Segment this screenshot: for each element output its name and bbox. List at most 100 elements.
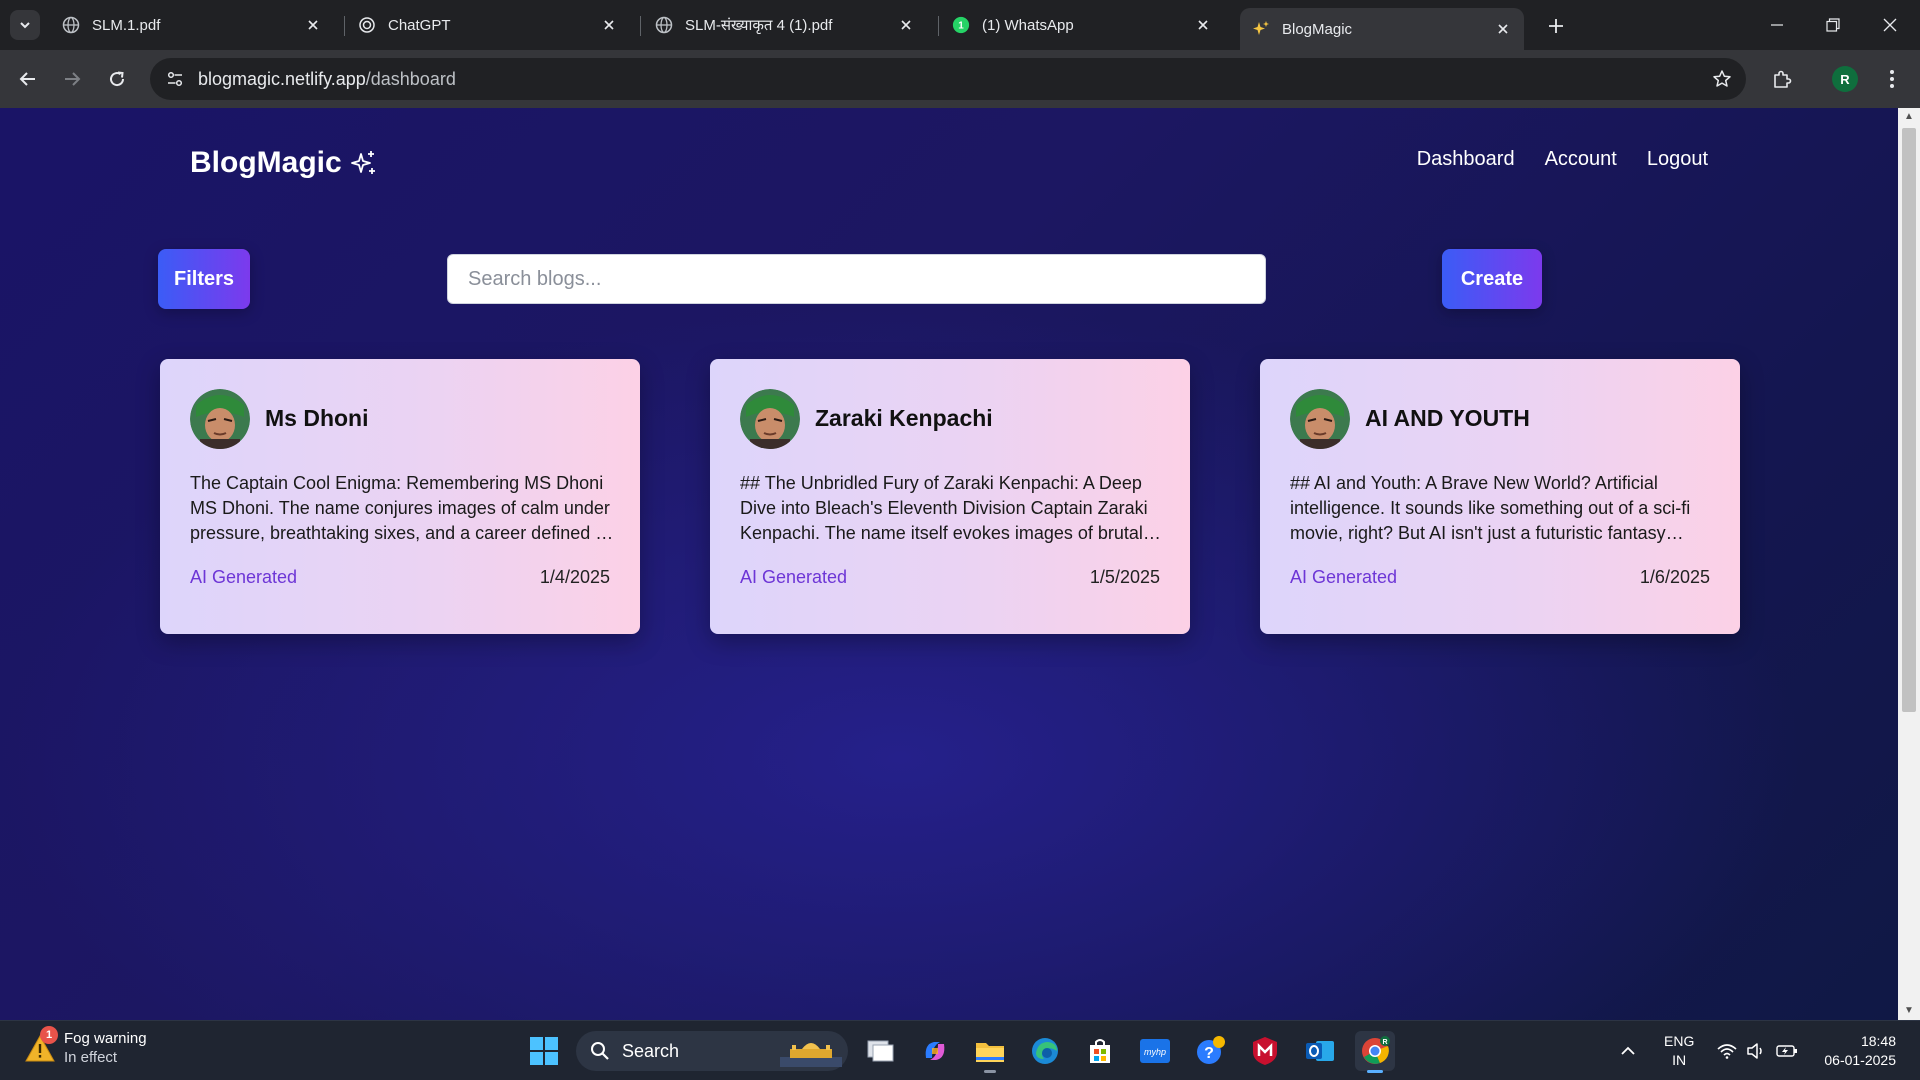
browser-menu-button[interactable]: [1878, 63, 1906, 95]
blog-card[interactable]: Zaraki Kenpachi ## The Unbridled Fury of…: [710, 359, 1190, 634]
myhp-icon: myhp: [1140, 1039, 1170, 1063]
region-code: IN: [1672, 1052, 1687, 1068]
blog-card[interactable]: AI AND YOUTH ## AI and Youth: A Brave Ne…: [1260, 359, 1740, 634]
task-view-button[interactable]: [860, 1031, 900, 1071]
copilot-icon: [925, 1042, 945, 1060]
close-icon[interactable]: [1494, 20, 1512, 38]
store-icon: [1090, 1039, 1110, 1063]
tab-title: BlogMagic: [1282, 20, 1353, 38]
chrome-button[interactable]: R: [1355, 1031, 1395, 1073]
create-button[interactable]: Create: [1442, 249, 1542, 309]
close-icon[interactable]: [600, 16, 618, 34]
extensions-button[interactable]: [1766, 63, 1798, 95]
card-tag: AI Generated: [1290, 567, 1398, 587]
myhp-button[interactable]: myhp: [1135, 1031, 1175, 1071]
blog-card[interactable]: Ms Dhoni The Captain Cool Enigma: Rememb…: [160, 359, 640, 634]
outlook-button[interactable]: [1300, 1031, 1340, 1071]
help-icon: ?: [1197, 1036, 1225, 1064]
tab-title: ChatGPT: [388, 16, 451, 34]
browser-toolbar: blogmagic.netlify.app/dashboard R: [0, 50, 1920, 108]
filters-button[interactable]: Filters: [158, 249, 250, 309]
search-input[interactable]: [447, 254, 1266, 304]
tab-slm1[interactable]: SLM.1.pdf: [50, 8, 334, 42]
close-icon[interactable]: [304, 16, 322, 34]
close-icon[interactable]: [1194, 16, 1212, 34]
card-excerpt: The Captain Cool Enigma: Remembering MS …: [190, 473, 615, 549]
start-button[interactable]: [524, 1031, 564, 1071]
tab-separator: [938, 16, 939, 36]
mcafee-button[interactable]: [1245, 1031, 1285, 1071]
wifi-status[interactable]: [1717, 1021, 1737, 1080]
nav-account-link[interactable]: Account: [1545, 148, 1617, 171]
volume-status[interactable]: [1746, 1021, 1766, 1080]
weather-subtitle: In effect: [64, 1049, 118, 1066]
tab-search-button[interactable]: [10, 10, 40, 40]
task-view-icon: [867, 1040, 894, 1062]
restore-button[interactable]: [1813, 10, 1853, 40]
svg-text:?: ?: [1204, 1045, 1214, 1062]
active-indicator: [1367, 1070, 1383, 1073]
forward-button[interactable]: [56, 63, 88, 95]
address-bar[interactable]: blogmagic.netlify.app/dashboard: [150, 58, 1746, 100]
card-excerpt: ## The Unbridled Fury of Zaraki Kenpachi…: [740, 473, 1148, 549]
page-scrollbar[interactable]: ▲ ▼: [1898, 108, 1920, 1020]
outlook-icon: [1306, 1041, 1334, 1061]
profile-avatar[interactable]: R: [1832, 66, 1858, 92]
copilot-button[interactable]: [915, 1031, 955, 1071]
tab-title: SLM.1.pdf: [92, 16, 161, 34]
store-button[interactable]: [1080, 1031, 1120, 1071]
language-indicator[interactable]: ENG IN: [1664, 1032, 1694, 1070]
close-icon: [1883, 18, 1897, 32]
language-code: ENG: [1664, 1033, 1695, 1049]
page-viewport: BlogMagic Dashboard Account Logout Filte…: [0, 108, 1898, 1020]
taskbar-search[interactable]: Search: [576, 1031, 848, 1071]
scroll-up-arrow[interactable]: ▲: [1904, 112, 1914, 122]
edge-icon: [1032, 1038, 1058, 1064]
card-title: AI AND YOUTH: [1365, 405, 1530, 431]
scrollbar-thumb[interactable]: [1902, 128, 1916, 712]
tab-slm-sankhyakrut[interactable]: SLM-संख्याकृत 4 (1).pdf: [643, 8, 927, 42]
edge-button[interactable]: [1025, 1031, 1065, 1071]
author-avatar: [190, 389, 250, 449]
file-explorer-button[interactable]: [970, 1031, 1010, 1073]
mcafee-shield-icon: [1253, 1037, 1277, 1065]
back-button[interactable]: [12, 63, 44, 95]
bookmark-star-icon[interactable]: [1710, 67, 1734, 91]
running-indicator: [984, 1070, 996, 1073]
card-excerpt: ## AI and Youth: A Brave New World? Arti…: [1290, 473, 1691, 549]
reload-button[interactable]: [101, 63, 133, 95]
arrow-right-icon: [65, 72, 81, 86]
nav-logout-link[interactable]: Logout: [1647, 148, 1708, 171]
author-avatar: [740, 389, 800, 449]
tab-blogmagic[interactable]: BlogMagic: [1240, 8, 1524, 50]
close-icon[interactable]: [897, 16, 915, 34]
openai-icon: [358, 16, 376, 34]
battery-status[interactable]: [1776, 1021, 1798, 1080]
tab-title: SLM-संख्याकृत 4 (1).pdf: [685, 17, 833, 34]
scroll-down-arrow[interactable]: ▼: [1904, 1006, 1914, 1016]
clock-date: 06-01-2025: [1824, 1052, 1896, 1068]
reload-icon: [110, 71, 125, 87]
url-text[interactable]: blogmagic.netlify.app/dashboard: [198, 69, 456, 90]
arrow-left-icon: [19, 72, 35, 86]
system-clock[interactable]: 18:48 06-01-2025: [1824, 1032, 1896, 1070]
new-tab-button[interactable]: [1542, 12, 1570, 40]
url-path: /dashboard: [365, 68, 456, 89]
get-help-button[interactable]: ?: [1190, 1031, 1230, 1071]
weather-widget[interactable]: 1 Fog warning In effect: [22, 1026, 147, 1067]
sparkles-icon: [350, 151, 375, 174]
site-settings-icon[interactable]: [164, 68, 186, 90]
puzzle-icon: [1774, 70, 1792, 88]
windows-taskbar: 1 Fog warning In effect Search myhp ? R …: [0, 1020, 1920, 1080]
top-nav: Dashboard Account Logout: [1417, 148, 1708, 171]
speaker-icon: [1747, 1043, 1762, 1059]
close-window-button[interactable]: [1870, 10, 1910, 40]
author-avatar: [1290, 389, 1350, 449]
tab-whatsapp[interactable]: 1 (1) WhatsApp: [940, 8, 1224, 42]
tab-chatgpt[interactable]: ChatGPT: [346, 8, 630, 42]
globe-icon: [655, 16, 673, 34]
tray-overflow-button[interactable]: [1620, 1021, 1636, 1080]
nav-dashboard-link[interactable]: Dashboard: [1417, 148, 1515, 171]
minimize-button[interactable]: [1757, 10, 1797, 40]
brand-logo[interactable]: BlogMagic: [190, 146, 378, 180]
